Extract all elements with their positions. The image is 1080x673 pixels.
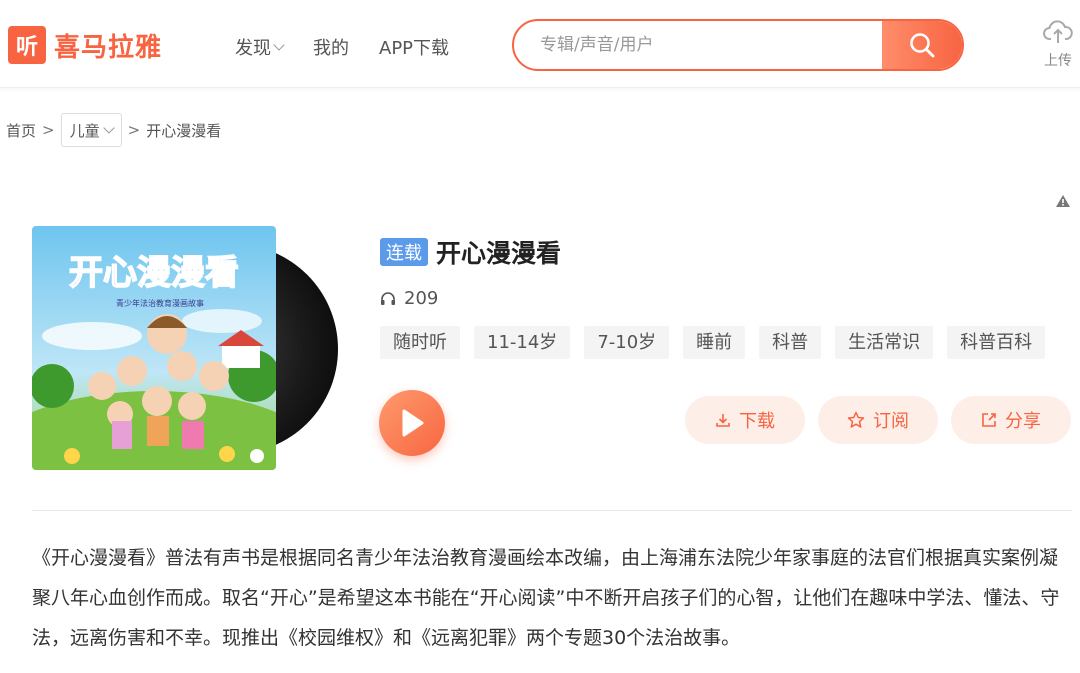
search-input[interactable] — [514, 21, 882, 69]
warning-report-icon[interactable] — [1055, 194, 1071, 208]
tag-item[interactable]: 科普百科 — [947, 326, 1046, 359]
search-button[interactable] — [882, 21, 962, 69]
download-button[interactable]: 下载 — [685, 396, 805, 444]
breadcrumb-home[interactable]: 首页 — [6, 120, 36, 141]
nav-mine[interactable]: 我的 — [313, 34, 349, 60]
subscribe-button[interactable]: 订阅 — [818, 396, 938, 444]
play-button[interactable] — [379, 390, 445, 456]
search-icon — [910, 33, 935, 58]
tag-item[interactable]: 生活常识 — [835, 326, 934, 359]
album-title-row: 连载 开心漫漫看 — [380, 234, 561, 270]
upload-label: 上传 — [1044, 53, 1072, 69]
main-nav: 发现 我的 APP下载 — [235, 34, 479, 60]
star-icon — [847, 411, 865, 428]
tag-item[interactable]: 科普 — [759, 326, 822, 359]
album-cover[interactable]: 开心漫漫看 青少年法治教育漫画故事 — [32, 226, 276, 470]
play-count-value: 209 — [404, 288, 439, 309]
album-title: 开心漫漫看 — [436, 239, 562, 268]
subscribe-label: 订阅 — [873, 411, 909, 432]
breadcrumb-current: 开心漫漫看 — [146, 121, 222, 140]
chevron-down-icon — [273, 38, 285, 51]
breadcrumb-separator: > — [42, 121, 55, 139]
nav-app-download-label: APP下载 — [379, 38, 450, 59]
logo-text: 喜马拉雅 — [54, 32, 163, 63]
search-bar — [512, 19, 964, 71]
album-cover-wrapper: 开心漫漫看 青少年法治教育漫画故事 — [32, 226, 338, 472]
section-divider — [32, 510, 1072, 511]
nav-discover[interactable]: 发现 — [235, 34, 285, 60]
chevron-down-icon — [102, 121, 115, 134]
play-icon — [402, 409, 424, 437]
album-intro: 《开心漫漫看》普法有声书是根据同名青少年法治教育漫画绘本改编，由上海浦东法院少年… — [32, 547, 1060, 649]
top-header: 听 喜马拉雅 发现 我的 APP下载 上传 — [0, 0, 1080, 88]
serial-badge: 连载 — [380, 238, 428, 266]
share-icon — [982, 413, 996, 427]
upload-button[interactable]: 上传 — [1036, 20, 1080, 70]
cloud-upload-icon — [1043, 20, 1073, 43]
tag-item[interactable]: 随时听 — [380, 326, 460, 359]
tag-item[interactable]: 11-14岁 — [474, 326, 571, 359]
download-label: 下载 — [739, 411, 775, 432]
site-logo[interactable]: 听 喜马拉雅 — [8, 26, 162, 64]
breadcrumb-category: 儿童 — [69, 121, 100, 140]
tag-item[interactable]: 7-10岁 — [584, 326, 670, 359]
nav-mine-label: 我的 — [313, 38, 349, 59]
tag-list: 随时听 11-14岁 7-10岁 睡前 科普 生活常识 科普百科 — [380, 326, 1059, 359]
share-button[interactable]: 分享 — [951, 396, 1071, 444]
tag-item[interactable]: 睡前 — [683, 326, 746, 359]
nav-discover-label: 发现 — [235, 38, 271, 59]
cover-title: 开心漫漫看 — [69, 253, 239, 293]
nav-app-download[interactable]: APP下载 — [379, 34, 449, 60]
breadcrumb-separator: > — [127, 121, 141, 139]
breadcrumb-category-dropdown[interactable]: 儿童 — [60, 113, 122, 147]
album-cover-art: 开心漫漫看 青少年法治教育漫画故事 — [32, 226, 276, 470]
logo-mark: 听 — [8, 26, 46, 64]
share-label: 分享 — [1005, 411, 1041, 432]
download-icon — [716, 414, 730, 427]
cover-subtitle: 青少年法治教育漫画故事 — [116, 298, 204, 308]
play-count: 209 — [380, 288, 438, 309]
breadcrumb: 首页 > 儿童 > 开心漫漫看 — [6, 113, 221, 147]
headphones-icon — [381, 292, 395, 305]
